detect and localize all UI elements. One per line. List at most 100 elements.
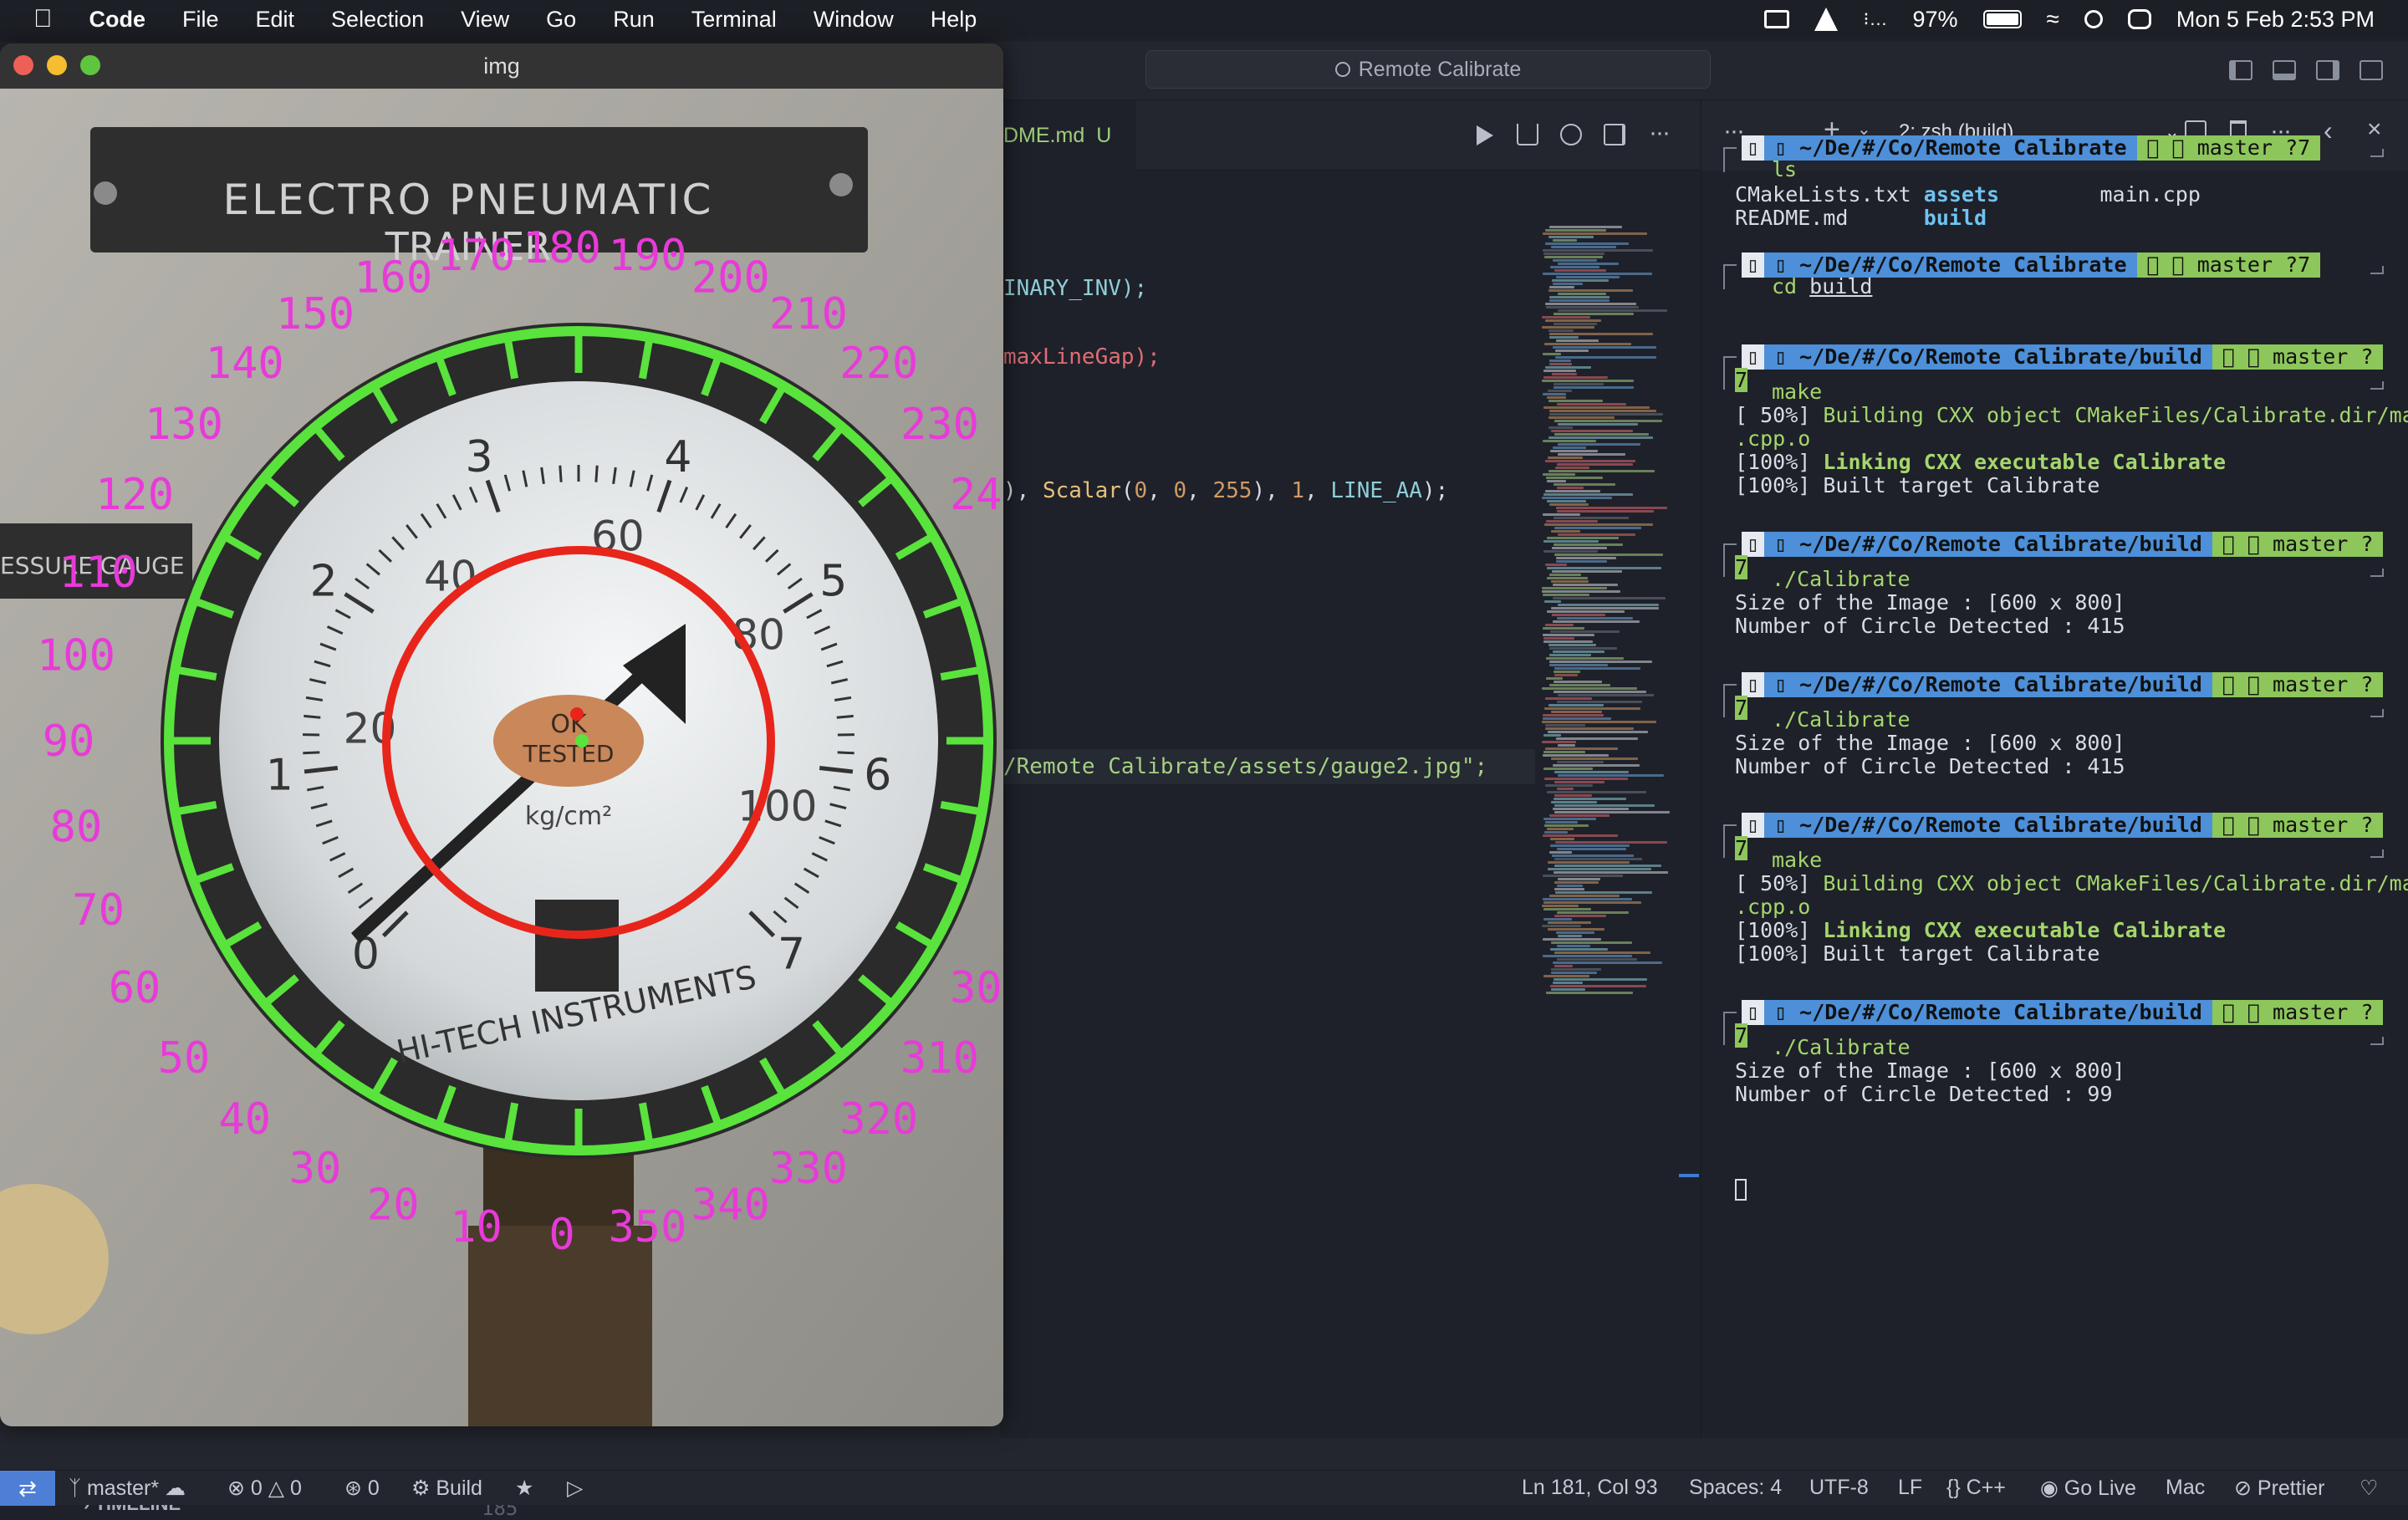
menu-app-code[interactable]: Code — [89, 7, 146, 33]
menu-selection[interactable]: Selection — [331, 7, 424, 33]
control-center-icon[interactable] — [2128, 9, 2151, 29]
toggle-primary-sidebar-icon[interactable] — [2229, 60, 2252, 80]
minimap-line — [1549, 503, 1589, 506]
minimap-line — [1558, 774, 1664, 777]
branch-status[interactable]: ᛉ master* ☁ — [69, 1476, 186, 1501]
menu-go[interactable]: Go — [546, 7, 576, 33]
minimap-line — [1554, 527, 1641, 529]
more-actions-icon[interactable]: ··· — [1649, 119, 1669, 147]
platform[interactable]: Mac — [2166, 1476, 2205, 1500]
menu-run[interactable]: Run — [613, 7, 655, 33]
calendar-widget-icon[interactable] — [1764, 10, 1789, 28]
prompt-git-status:   master ?7 — [2137, 135, 2321, 161]
more-views-icon[interactable]: ··· — [1723, 117, 1743, 145]
prompt-path: ▯ ~/De/#/Co/Remote Calibrate — [1764, 135, 2136, 161]
encoding[interactable]: UTF-8 — [1809, 1476, 1869, 1500]
minimap-line — [1549, 410, 1656, 412]
customize-layout-icon[interactable] — [2360, 60, 2383, 80]
code-line-draw-line[interactable]: ), Scalar(0, 0, 255), 1, LINE_AA); — [1003, 478, 1448, 503]
status-bar: ⇄ ᛉ master* ☁ ⊗ 0 △ 0 ⊛ 0 ⚙ Build ★ ▷ Ln… — [0, 1470, 2408, 1505]
angle-label: 160 — [354, 253, 432, 303]
activity-icon[interactable]: ⁝… — [1863, 8, 1887, 30]
language-mode[interactable]: {} C++ — [1946, 1476, 2006, 1500]
minimap-line — [1553, 517, 1629, 519]
branch-name: master* — [87, 1477, 159, 1500]
angle-label: 210 — [769, 289, 848, 339]
dial-tick — [596, 466, 597, 482]
code-line-houghlines[interactable]: maxLineGap); — [1003, 344, 1161, 370]
indentation[interactable]: Spaces: 4 — [1689, 1476, 1782, 1500]
menu-help[interactable]: Help — [931, 7, 977, 33]
minimap-line — [1544, 523, 1653, 526]
clock-datetime[interactable]: Mon 5 Feb 2:53 PM — [2176, 7, 2375, 33]
zoom-window-button[interactable] — [80, 55, 100, 75]
minimap-line — [1543, 901, 1641, 904]
code-line-threshold[interactable]: INARY_INV); — [1003, 276, 1147, 301]
close-window-button[interactable] — [13, 55, 33, 75]
menu-view[interactable]: View — [461, 7, 509, 33]
chevron-left-icon[interactable]: ‹ — [2324, 115, 2333, 146]
minimap-line — [1556, 339, 1599, 342]
minimap-line — [1543, 493, 1633, 496]
minimap-line — [1557, 788, 1574, 790]
dial-tick — [304, 716, 320, 717]
toggle-secondary-sidebar-icon[interactable] — [2316, 60, 2339, 80]
launch-icon[interactable]: ▷ — [567, 1476, 583, 1501]
minimap-line — [1558, 453, 1625, 456]
menu-terminal[interactable]: Terminal — [691, 7, 777, 33]
minimap[interactable] — [1542, 226, 1676, 995]
minimap-line — [1557, 885, 1583, 887]
go-live-button[interactable]: ◉ Go Live — [2040, 1476, 2136, 1501]
minimap-line — [1552, 547, 1607, 549]
notifications-bell-icon[interactable]: ♡ — [2360, 1476, 2378, 1501]
minimap-line — [1549, 360, 1571, 362]
minimap-line — [1548, 329, 1574, 332]
prompt-os-icon: ▯ — [1742, 1000, 1764, 1025]
menu-file[interactable]: File — [182, 7, 219, 33]
minimap-line — [1543, 875, 1623, 877]
angle-label: 180 — [523, 223, 601, 273]
minimap-line — [1553, 386, 1634, 389]
minimap-line — [1546, 992, 1633, 994]
minimap-line — [1554, 674, 1578, 676]
apple-icon[interactable]:  — [33, 5, 53, 33]
code-line-image-path[interactable]: /Remote Calibrate/assets/gauge2.jpg"; — [1003, 754, 1487, 779]
toggle-panel-icon[interactable] — [2273, 60, 2296, 80]
ports-status[interactable]: ⊛ 0 — [344, 1476, 380, 1501]
scrollbar-marker[interactable] — [1679, 1174, 1699, 1177]
minimap-line — [1543, 955, 1632, 957]
vlc-icon[interactable] — [1814, 8, 1838, 31]
split-editor-icon[interactable] — [1604, 124, 1625, 145]
minimap-line — [1558, 604, 1659, 606]
prettier-status[interactable]: ⊘ Prettier — [2234, 1476, 2325, 1501]
terminal-command: ls — [1772, 157, 1797, 181]
minimap-line — [1543, 513, 1580, 516]
terminal-output-line: [ 50%] Building CXX object CMakeFiles/Ca… — [1735, 403, 2408, 427]
end-of-line[interactable]: LF — [1898, 1476, 1922, 1500]
problems-status[interactable]: ⊗ 0 △ 0 — [227, 1476, 302, 1501]
spotlight-search-icon[interactable] — [2084, 10, 2103, 28]
command-center-search[interactable]: Remote Calibrate — [1145, 50, 1711, 89]
minimap-line — [1545, 490, 1600, 492]
minimap-line — [1554, 771, 1629, 773]
image-window-titlebar[interactable]: img — [0, 43, 1003, 89]
wifi-icon[interactable]: ≈ — [2047, 6, 2059, 33]
close-panel-icon[interactable]: × — [2367, 115, 2382, 144]
menu-edit[interactable]: Edit — [256, 7, 295, 33]
run-icon[interactable] — [1477, 125, 1493, 145]
menu-window[interactable]: Window — [814, 7, 894, 33]
minimap-line — [1547, 828, 1574, 830]
minimap-line — [1543, 440, 1596, 442]
tab-readme[interactable]: DME.md U — [1000, 100, 1136, 171]
download-icon[interactable] — [1517, 124, 1538, 145]
minimize-window-button[interactable] — [47, 55, 67, 75]
broadcast-icon: ⊛ — [344, 1477, 368, 1500]
compare-changes-icon[interactable] — [1560, 124, 1582, 145]
build-button[interactable]: ⚙ Build — [411, 1476, 482, 1501]
cursor-position[interactable]: Ln 181, Col 93 — [1522, 1476, 1658, 1500]
debug-icon[interactable]: ★ — [515, 1476, 533, 1501]
image-window-title: img — [483, 54, 520, 79]
remote-indicator[interactable]: ⇄ — [0, 1471, 55, 1506]
battery-icon[interactable] — [1983, 10, 2022, 28]
terminal-prompt: ▯▯ ~/De/#/Co/Remote Calibrate/build  m… — [1742, 344, 2383, 370]
